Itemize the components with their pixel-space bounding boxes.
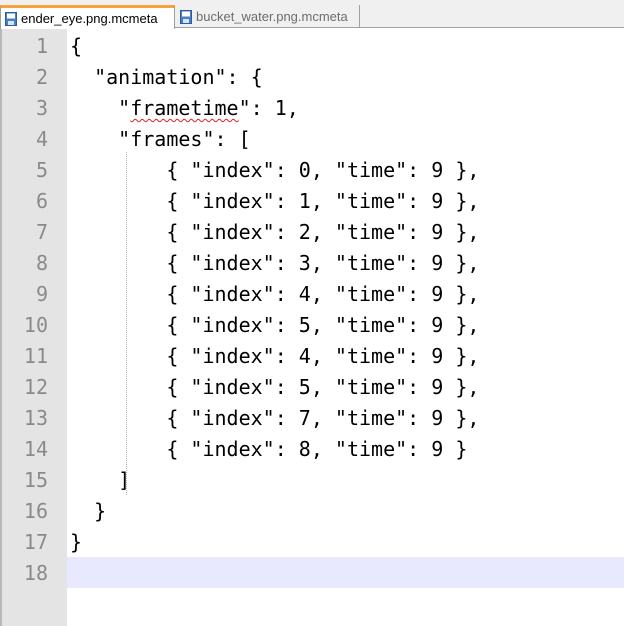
line-text: { "index": 1, "time": 9 }, — [70, 189, 480, 213]
line-number: 16 — [23, 499, 48, 523]
tab-label: bucket_water.png.mcmeta — [196, 9, 348, 24]
code-line: 2 "animation": { — [0, 62, 624, 93]
line-text: { "index": 3, "time": 9 }, — [70, 251, 480, 275]
line-text: { "index": 5, "time": 9 }, — [70, 375, 480, 399]
line-text: { — [70, 34, 83, 58]
line-number: 11 — [23, 344, 48, 368]
tab-label: ender_eye.png.mcmeta — [21, 11, 158, 26]
line-number: 14 — [23, 437, 48, 461]
code-line-current[interactable]: 18 — [0, 558, 624, 589]
line-text: { "index": 5, "time": 9 }, — [70, 313, 480, 337]
line-text: { "index": 4, "time": 9 }, — [70, 344, 480, 368]
file-saved-icon — [180, 9, 192, 24]
line-number: 5 — [35, 158, 48, 182]
line-text: "frametime": 1, — [70, 93, 299, 124]
line-text: "frames": [ — [70, 127, 251, 151]
spellcheck-word[interactable]: frametime — [130, 96, 238, 120]
code-line: 15 ] — [0, 465, 624, 496]
file-saved-icon — [5, 11, 17, 26]
line-text: { "index": 8, "time": 9 } — [70, 437, 468, 461]
code-line: 16 } — [0, 496, 624, 527]
code-line: 6 { "index": 1, "time": 9 }, — [0, 186, 624, 217]
tab-ender-eye[interactable]: ender_eye.png.mcmeta — [0, 5, 175, 29]
line-number: 3 — [35, 96, 48, 120]
line-number: 8 — [35, 251, 48, 275]
line-number: 10 — [23, 313, 48, 337]
code-line: 4 "frames": [ — [0, 124, 624, 155]
code-line: 11 { "index": 4, "time": 9 }, — [0, 341, 624, 372]
line-number: 7 — [35, 220, 48, 244]
code-line: 13 { "index": 7, "time": 9 }, — [0, 403, 624, 434]
line-text: { "index": 2, "time": 9 }, — [70, 220, 480, 244]
code-line: 7 { "index": 2, "time": 9 }, — [0, 217, 624, 248]
line-text: } — [70, 530, 83, 554]
line-number: 2 — [35, 65, 48, 89]
line-text: { "index": 0, "time": 9 }, — [70, 158, 480, 182]
code-line: 12 { "index": 5, "time": 9 }, — [0, 372, 624, 403]
code-line: 9 { "index": 4, "time": 9 }, — [0, 279, 624, 310]
line-text: "animation": { — [70, 65, 263, 89]
line-number: 12 — [23, 375, 48, 399]
line-number: 9 — [35, 282, 48, 306]
code-line: 17 } — [0, 527, 624, 558]
line-number: 4 — [35, 127, 48, 151]
line-text-suffix: ": 1, — [238, 96, 299, 120]
tab-bar: ender_eye.png.mcmeta bucket_water.png.mc… — [0, 0, 624, 29]
line-text: } — [70, 499, 107, 523]
line-number: 6 — [35, 189, 48, 213]
code-line: 1 { — [0, 31, 624, 62]
line-number: 18 — [23, 561, 48, 585]
code-line: 14 { "index": 8, "time": 9 } — [0, 434, 624, 465]
line-number: 15 — [23, 468, 48, 492]
code-line: 5 { "index": 0, "time": 9 }, — [0, 155, 624, 186]
line-number: 17 — [23, 530, 48, 554]
line-text-prefix: " — [70, 96, 131, 120]
line-text: { "index": 7, "time": 9 }, — [70, 406, 480, 430]
code-line: 3 "frametime": 1, — [0, 93, 624, 124]
code-line: 8 { "index": 3, "time": 9 }, — [0, 248, 624, 279]
tab-bucket-water[interactable]: bucket_water.png.mcmeta — [176, 5, 360, 28]
line-text: { "index": 4, "time": 9 }, — [70, 282, 480, 306]
line-text: ] — [70, 468, 131, 492]
code-editor[interactable]: 1 { 2 "animation": { 3 "frametime": 1, 4… — [0, 28, 624, 626]
code-line: 10 { "index": 5, "time": 9 }, — [0, 310, 624, 341]
line-number: 1 — [35, 34, 48, 58]
line-number: 13 — [23, 406, 48, 430]
